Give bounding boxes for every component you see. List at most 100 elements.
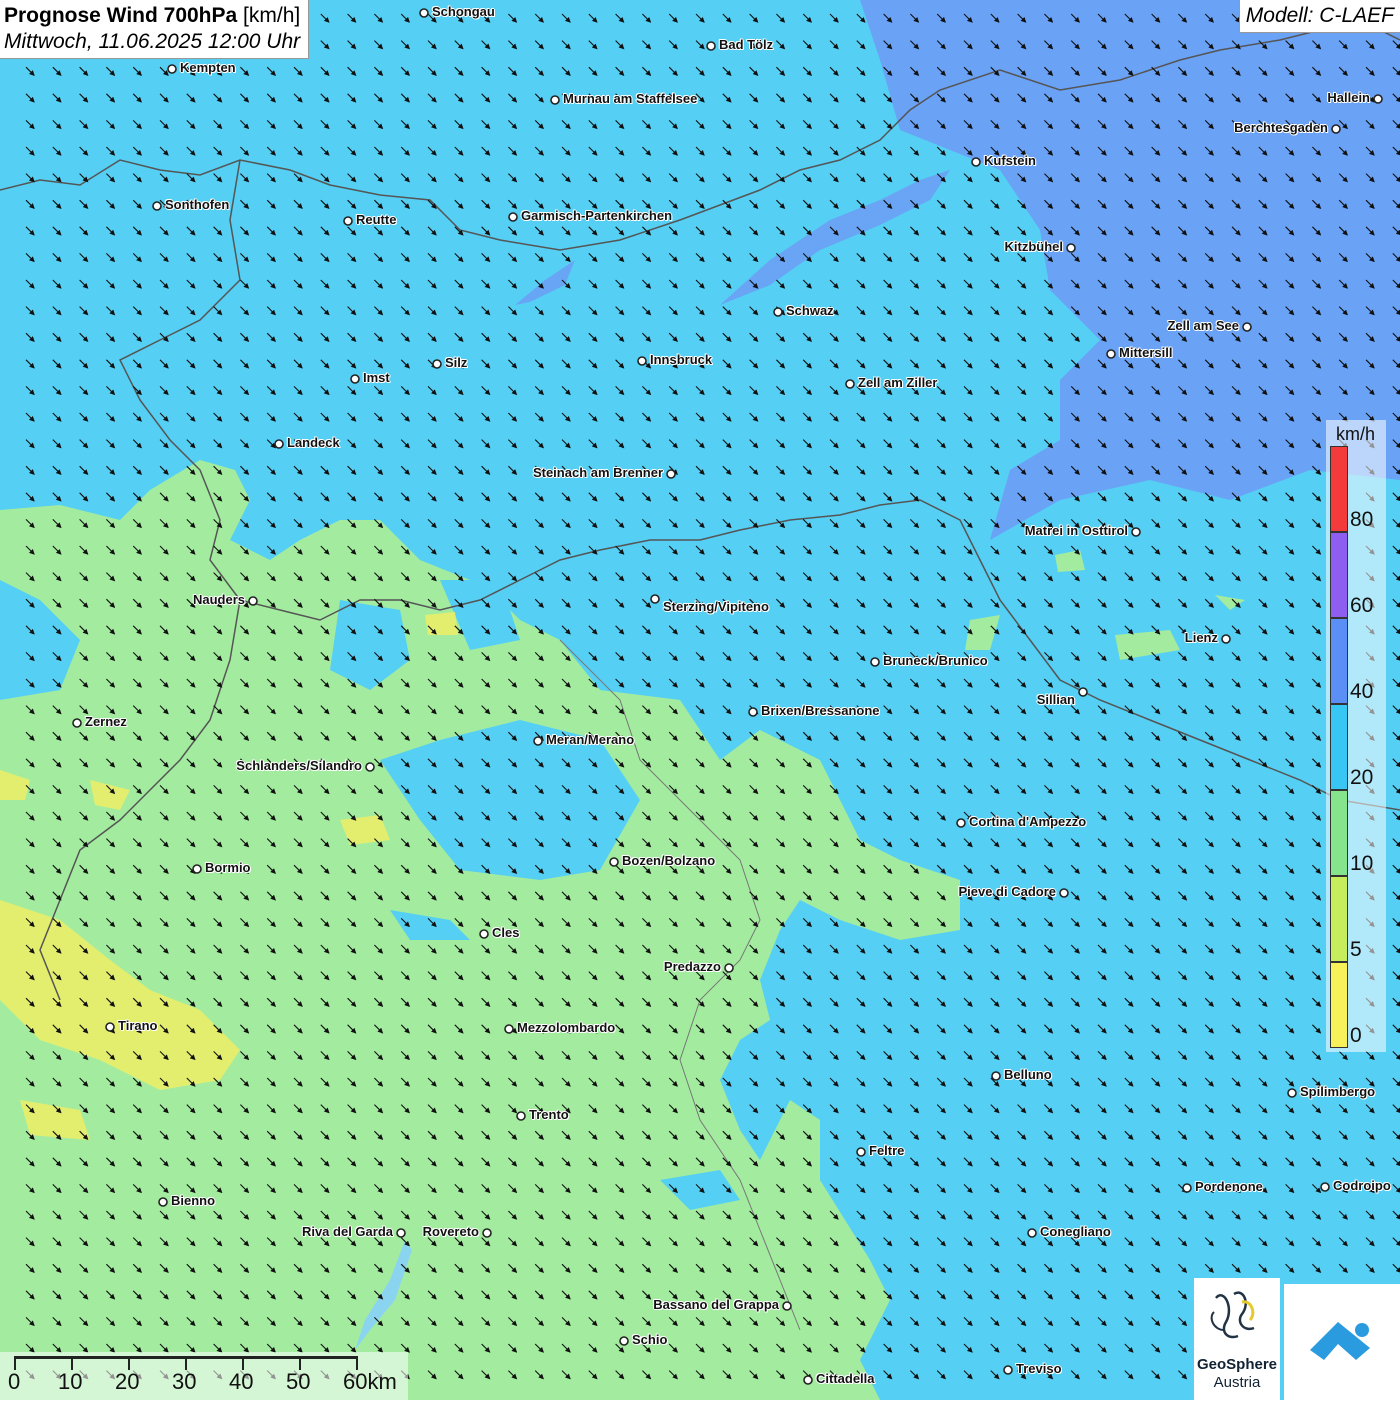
- city-label: Brixen/Bressanone: [761, 703, 880, 718]
- legend-swatch: [1330, 618, 1348, 704]
- scale-label: 20: [115, 1369, 140, 1394]
- city-dot: [343, 216, 353, 226]
- city-label: Pordenone: [1195, 1179, 1263, 1194]
- map-subtitle: Mittwoch, 11.06.2025 12:00 Uhr: [4, 30, 301, 53]
- city-label: Bienno: [171, 1193, 216, 1208]
- legend-label: 20: [1350, 766, 1374, 789]
- city-label: Codroipo: [1333, 1178, 1391, 1193]
- city-dot: [1242, 322, 1252, 332]
- legend-label: 0: [1350, 1024, 1362, 1047]
- city-dot: [845, 379, 855, 389]
- city-dot: [1331, 124, 1341, 134]
- city-dot: [991, 1071, 1001, 1081]
- legend-swatch: [1330, 790, 1348, 876]
- city-dot: [419, 8, 429, 18]
- city-dot: [72, 718, 82, 728]
- city-label: Sillian: [1036, 692, 1075, 707]
- city-label: Schongau: [432, 4, 495, 19]
- legend-label: 80: [1350, 508, 1374, 531]
- city-label: Bad Tölz: [719, 37, 774, 52]
- legend-label: 40: [1350, 680, 1374, 703]
- geosphere-country: Austria: [1213, 1374, 1261, 1391]
- city-dot: [516, 1111, 526, 1121]
- city-label: Garmisch-Partenkirchen: [521, 208, 673, 223]
- city-label: Imst: [363, 370, 390, 385]
- city-dot: [773, 307, 783, 317]
- city-label: Bozen/Bolzano: [622, 853, 716, 868]
- map-title-box: Prognose Wind 700hPa [km/h] Mittwoch, 11…: [0, 0, 310, 59]
- city-label: Bruneck/Brunico: [883, 653, 988, 668]
- city-label: Lienz: [1184, 630, 1218, 645]
- city-dot: [1106, 349, 1116, 359]
- city-label: Sonthofen: [165, 197, 230, 212]
- city-dot: [1078, 687, 1088, 697]
- city-dot: [1066, 243, 1076, 253]
- city-dot: [803, 1375, 813, 1385]
- scale-tick: [71, 1356, 73, 1370]
- scale-label: 30: [172, 1369, 197, 1394]
- city-dot: [274, 439, 284, 449]
- city-label: Trento: [529, 1107, 569, 1122]
- scale-label: 50: [286, 1369, 311, 1394]
- city-label: Spilimbergo: [1300, 1084, 1376, 1099]
- city-label: Zell am Ziller: [858, 375, 938, 390]
- city-label: Mittersill: [1119, 345, 1173, 360]
- city-label: Cles: [492, 925, 520, 940]
- legend-label: 60: [1350, 594, 1374, 617]
- scale-label: 0: [8, 1369, 21, 1394]
- city-dot: [533, 736, 543, 746]
- city-dot: [782, 1301, 792, 1311]
- city-dot: [1221, 634, 1231, 644]
- city-dot: [1182, 1183, 1192, 1193]
- city-dot: [504, 1024, 514, 1034]
- warning-app-logo: [1284, 1284, 1400, 1400]
- city-label: Sterzing/Vipiteno: [663, 599, 769, 614]
- legend-label: 5: [1350, 938, 1362, 961]
- city-dot: [956, 818, 966, 828]
- scale-bar: 0 10 20 30 40 50 60km: [0, 1352, 408, 1400]
- city-dot: [666, 469, 676, 479]
- city-label: Reutte: [356, 212, 397, 227]
- city-label: Murnau am Staffelsee: [563, 91, 698, 106]
- legend-label: 10: [1350, 852, 1374, 875]
- city-label: Zell am See: [1167, 318, 1239, 333]
- legend-unit: km/h: [1336, 424, 1376, 444]
- scale-tick: [14, 1356, 16, 1370]
- city-label: Conegliano: [1040, 1224, 1111, 1239]
- city-label: Tirano: [118, 1018, 158, 1033]
- city-dot: [158, 1197, 168, 1207]
- legend: km/h 0 5 10 20 40 60 80: [1326, 420, 1386, 1052]
- scale-label: 60km: [343, 1369, 397, 1394]
- city-label: Kitzbühel: [1004, 239, 1064, 254]
- city-dot: [350, 374, 360, 384]
- city-dot: [432, 359, 442, 369]
- scale-tick: [356, 1356, 358, 1370]
- city-label: Bormio: [205, 860, 251, 875]
- city-dot: [637, 356, 647, 366]
- city-label: Treviso: [1016, 1361, 1062, 1376]
- city-dot: [1373, 94, 1383, 104]
- city-label: Schlanders/Silandro: [236, 758, 362, 773]
- city-dot: [1287, 1088, 1297, 1098]
- legend-swatch: [1330, 704, 1348, 790]
- city-label: Nauders: [192, 592, 245, 607]
- city-dot: [1131, 527, 1141, 537]
- scale-tick: [185, 1356, 187, 1370]
- geosphere-mark-icon: [1210, 1291, 1255, 1339]
- city-label: Kempten: [180, 60, 236, 75]
- city-label: Hallein: [1327, 90, 1370, 105]
- city-dot: [1027, 1228, 1037, 1238]
- scale-label: 10: [58, 1369, 83, 1394]
- scale-label: 40: [229, 1369, 254, 1394]
- city-dot: [508, 212, 518, 222]
- city-dot: [1003, 1365, 1013, 1375]
- city-dot: [748, 707, 758, 717]
- app-icon: [1310, 1322, 1370, 1360]
- band-0-5-5: [425, 612, 458, 635]
- city-dot: [724, 963, 734, 973]
- city-label: Bassano del Grappa: [653, 1297, 779, 1312]
- city-label: Steinach am Brenner: [532, 465, 663, 480]
- city-label: Kufstein: [984, 153, 1036, 168]
- city-dot: [706, 41, 716, 51]
- city-dot: [482, 1228, 492, 1238]
